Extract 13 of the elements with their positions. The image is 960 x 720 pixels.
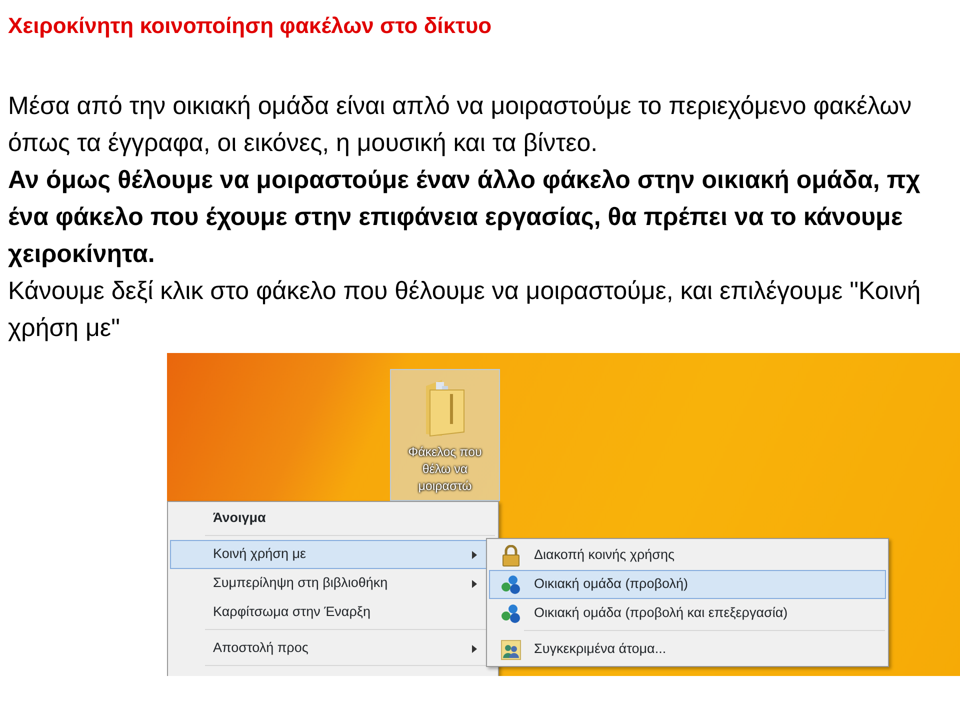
paragraph: Μέσα από την οικιακή ομάδα είναι απλό να μοιραστούμε το περιεχόμενο φακέλων όπως τα έγγραφα, οι εικόνες, η μουσική και τα βίντεο. xyxy=(8,91,913,159)
submenu-arrow-icon xyxy=(472,580,477,588)
slide-title: Χειροκίνητη κοινοποίηση φακέλων στο δίκτυο xyxy=(8,12,493,40)
bold-paragraph: Αν όμως θέλουμε να μοιραστούμε έναν άλλο φάκελο στην οικιακή ομάδα, πχ ένα φάκελο που έχουμε στην επιφάνεια εργασίας, θα πρέπει να το κάνουμε χειροκίνητα. xyxy=(8,165,922,270)
folder-label: Φάκελος που θέλω να μοιραστώ xyxy=(407,444,483,495)
submenu-arrow-icon xyxy=(472,550,477,558)
homegroup-icon xyxy=(500,574,522,594)
homegroup-icon xyxy=(500,604,522,624)
paragraph: Κάνουμε δεξί κλικ στο φάκελο που θέλουμε να μοιραστούμε, και επιλέγουμε "Κοινή χρήση με" xyxy=(8,276,922,344)
submenu-item[interactable]: Οικιακή ομάδα (προβολή) xyxy=(489,570,886,599)
lock-icon xyxy=(502,544,520,566)
people-icon xyxy=(501,640,521,660)
submenu-arrow-icon xyxy=(472,644,477,652)
